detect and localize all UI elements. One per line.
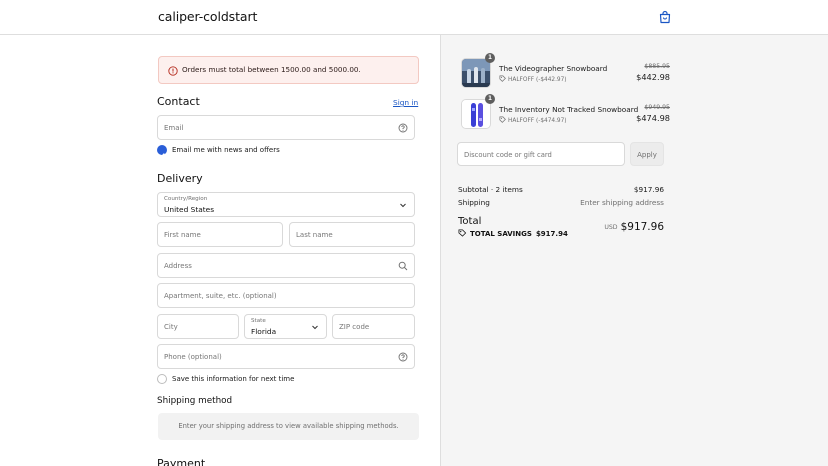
city-placeholder: City: [164, 323, 178, 331]
product-image: [461, 99, 491, 129]
first-name-placeholder: First name: [164, 231, 201, 239]
subtotal-label: Subtotal · 2 items: [458, 185, 523, 194]
total-label: Total: [458, 216, 482, 227]
shipping-label: Shipping: [458, 198, 490, 207]
sign-in-link[interactable]: Sign in: [393, 98, 418, 107]
checkout-form: Orders must total between 1500.00 and 50…: [0, 35, 440, 466]
shopping-bag-icon[interactable]: [658, 10, 672, 24]
product-name: The Videographer Snowboard: [499, 64, 608, 73]
save-info-checkbox[interactable]: [157, 374, 167, 384]
news-checkbox[interactable]: [157, 145, 167, 158]
search-icon: [398, 261, 408, 271]
zip-placeholder: ZIP code: [339, 323, 370, 331]
address-field[interactable]: Address: [157, 253, 415, 278]
product-name: The Inventory Not Tracked Snowboard: [499, 105, 639, 114]
total-currency: USD: [604, 224, 618, 231]
banner-text: Orders must total between 1500.00 and 50…: [182, 65, 361, 74]
store-name[interactable]: caliper-coldstart: [158, 9, 257, 24]
shipping-method-heading: Shipping method: [157, 396, 233, 406]
city-field[interactable]: City: [157, 314, 239, 339]
product-discount: HALFOFF (-$474.97): [499, 116, 567, 124]
total-value: $917.96: [620, 221, 664, 233]
last-name-placeholder: Last name: [296, 231, 333, 239]
line-item: 1 The Inventory Not Tracked Snowboard HA…: [458, 94, 670, 132]
quantity-badge: 1: [485, 94, 495, 104]
state-value: Florida: [251, 327, 277, 336]
shipping-method-notice: Enter your shipping address to view avai…: [158, 413, 419, 440]
warning-icon: [168, 66, 178, 76]
address-placeholder: Address: [164, 262, 192, 270]
phone-placeholder: Phone (optional): [164, 353, 222, 361]
news-checkbox-row[interactable]: Email me with news and offers: [157, 145, 357, 158]
contact-heading: Contact: [157, 95, 200, 108]
order-total-banner: Orders must total between 1500.00 and 50…: [158, 56, 419, 84]
delivery-heading: Delivery: [157, 172, 203, 185]
discount-placeholder: Discount code or gift card: [464, 151, 552, 159]
save-info-label: Save this information for next time: [172, 375, 295, 383]
quantity-badge: 1: [485, 53, 495, 63]
country-select[interactable]: Country/Region United States: [157, 192, 415, 217]
last-name-field[interactable]: Last name: [289, 222, 415, 247]
chevron-down-icon: [312, 325, 318, 330]
first-name-field[interactable]: First name: [157, 222, 283, 247]
discount-code: HALFOFF (-$474.97): [508, 118, 567, 124]
apartment-placeholder: Apartment, suite, etc. (optional): [164, 292, 277, 300]
save-info-checkbox-row[interactable]: Save this information for next time: [157, 374, 357, 385]
product-image: [461, 58, 491, 88]
help-icon[interactable]: [398, 123, 408, 133]
shipping-value: Enter shipping address: [580, 198, 664, 207]
apply-label: Apply: [637, 151, 657, 159]
payment-heading: Payment: [157, 457, 206, 466]
line-price: $442.98: [636, 72, 670, 82]
chevron-down-icon: [400, 203, 406, 208]
line-price: $474.98: [636, 113, 670, 123]
country-value: United States: [164, 205, 215, 214]
subtotal-value: $917.96: [633, 185, 664, 194]
line-item: 1 The Videographer Snowboard HALFOFF (-$…: [458, 53, 670, 91]
email-placeholder: Email: [164, 124, 184, 132]
state-select[interactable]: State Florida: [244, 314, 327, 339]
news-label: Email me with news and offers: [172, 146, 280, 154]
original-price: $949.95: [644, 104, 670, 111]
apply-button[interactable]: Apply: [630, 142, 664, 166]
discount-code-input[interactable]: Discount code or gift card: [457, 142, 625, 166]
total-amount: USD $917.96: [604, 215, 664, 234]
zip-field[interactable]: ZIP code: [332, 314, 415, 339]
header: caliper-coldstart: [0, 0, 828, 35]
state-label: State: [251, 318, 266, 324]
shipping-notice-text: Enter your shipping address to view avai…: [178, 422, 399, 430]
help-icon[interactable]: [398, 352, 408, 362]
savings-value: $917.94: [535, 230, 568, 238]
total-savings: TOTAL SAVINGS $917.94: [458, 229, 568, 238]
tag-icon: [458, 229, 467, 237]
savings-label: TOTAL SAVINGS: [470, 230, 532, 238]
email-field[interactable]: Email: [157, 115, 415, 140]
product-discount: HALFOFF (-$442.97): [499, 75, 567, 83]
tag-icon: [499, 116, 506, 123]
original-price: $885.95: [644, 63, 670, 70]
discount-code: HALFOFF (-$442.97): [508, 77, 567, 83]
tag-icon: [499, 75, 506, 82]
apartment-field[interactable]: Apartment, suite, etc. (optional): [157, 283, 415, 308]
country-label: Country/Region: [164, 196, 208, 202]
phone-field[interactable]: Phone (optional): [157, 344, 415, 369]
